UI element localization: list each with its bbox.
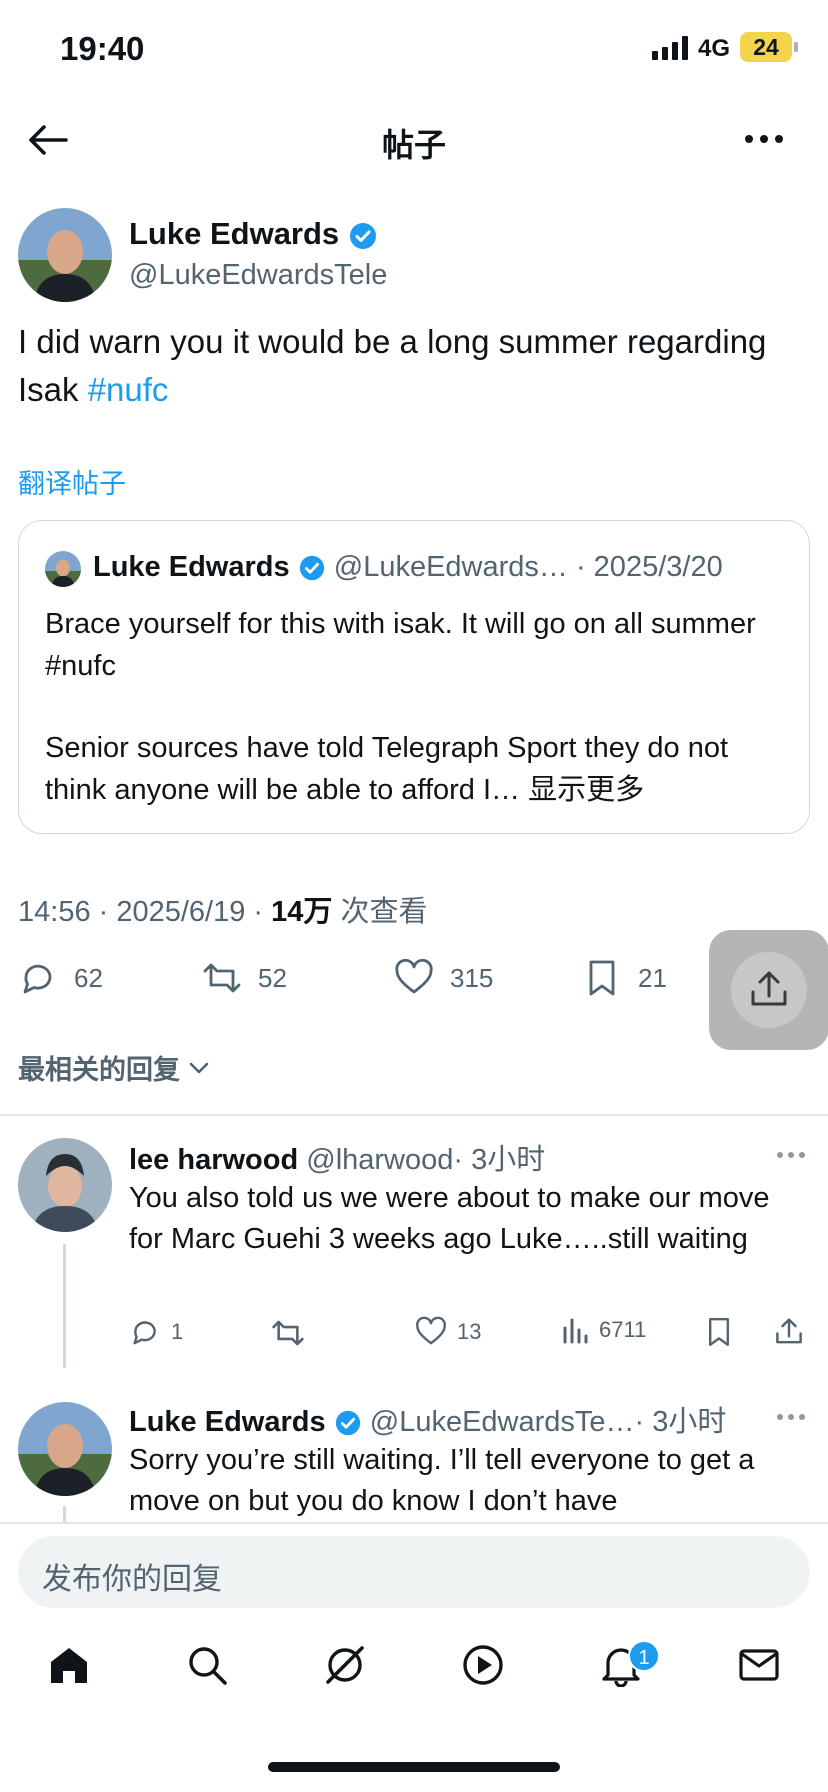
bookmark-count: 21 (638, 962, 667, 993)
reply-reply-count: 1 (171, 1319, 184, 1344)
quoted-post-card[interactable]: Luke Edwards @LukeEdwards… · 2025/3/20 B… (18, 520, 810, 834)
tweet-text: I did warn you it would be a long summer… (18, 318, 798, 414)
divider (0, 1114, 828, 1116)
quoted-author-name: Luke Edwards (93, 551, 290, 583)
post-actions: 62 52 315 21 (18, 958, 808, 1008)
divider (0, 1522, 828, 1524)
author-handle: @LukeEdwardsTele (129, 259, 388, 291)
reply-share-button[interactable] (773, 1316, 805, 1348)
signal-icon (652, 36, 688, 60)
author-name-text: Luke Edwards (129, 216, 340, 251)
reply-count: 62 (74, 962, 103, 993)
reply-text: Sorry you’re still waiting. I’ll tell ev… (129, 1444, 755, 1517)
network-type: 4G (698, 35, 731, 62)
chevron-down-icon (189, 1062, 209, 1073)
reply-like-count: 13 (457, 1319, 482, 1344)
reply-handle: @lharwood (306, 1144, 454, 1176)
verified-icon (299, 556, 324, 581)
nav-home[interactable] (44, 1640, 94, 1690)
reply-time: · 3小时 (634, 1406, 727, 1438)
more-icon (745, 135, 783, 143)
translate-post-link[interactable]: 翻译帖子 (18, 462, 126, 501)
reply-views-button[interactable]: 6711 (561, 1316, 646, 1344)
thread-line (63, 1506, 66, 1522)
like-icon (395, 958, 433, 994)
nav-messages[interactable] (734, 1640, 784, 1690)
battery-icon: 24 (740, 32, 798, 62)
home-indicator[interactable] (268, 1762, 560, 1772)
nav-video[interactable] (458, 1640, 508, 1690)
quoted-handle: @LukeEdwards… (333, 551, 568, 583)
reply-sort-dropdown[interactable]: 最相关的回复 (18, 1048, 212, 1087)
reply-text: You also told us we were about to make o… (129, 1182, 770, 1255)
reply-more-icon[interactable] (776, 1412, 806, 1422)
search-icon (189, 1647, 227, 1685)
verified-icon (335, 1411, 360, 1436)
like-button[interactable]: 315 (394, 958, 493, 998)
reply-view-count: 6711 (599, 1317, 647, 1342)
composer-placeholder: 发布你的回复 (42, 1563, 222, 1596)
reply-author-name[interactable]: Luke Edwards (129, 1406, 326, 1438)
more-button[interactable] (742, 124, 786, 154)
quoted-text-p1: Brace yourself for this with isak. It wi… (45, 608, 756, 682)
author-name[interactable]: Luke Edwards (129, 216, 378, 252)
bottom-nav (0, 1640, 828, 1710)
bookmark-icon (589, 960, 615, 996)
repost-icon (203, 963, 241, 993)
view-count: 14万 (271, 896, 333, 928)
reply-button[interactable]: 62 (18, 958, 103, 998)
reply-repost-button[interactable] (271, 1316, 305, 1350)
reply-author-name[interactable]: lee harwood (129, 1144, 298, 1176)
quoted-header: Luke Edwards @LukeEdwards… · 2025/3/20 (93, 551, 723, 584)
like-icon (416, 1316, 446, 1345)
video-icon (463, 1645, 503, 1685)
repost-icon (272, 1320, 304, 1346)
reply-actions: 1 13 6711 (129, 1316, 809, 1356)
grok-icon (326, 1646, 364, 1684)
reply-header: lee harwood @lharwood· 3小时 (129, 1136, 545, 1178)
share-icon (776, 1318, 802, 1344)
reply-header: Luke Edwards @LukeEdwardsTe…· 3小时 (129, 1398, 726, 1440)
reply-handle: @LukeEdwardsTe… (369, 1406, 635, 1438)
verified-icon (349, 222, 376, 249)
reply-like-button[interactable]: 13 (415, 1316, 481, 1348)
view-label: 次查看 (332, 896, 428, 928)
post-timestamp: 14:56 · 2025/6/19 · (18, 896, 272, 928)
quoted-avatar (45, 551, 81, 587)
bookmark-button[interactable]: 21 (582, 958, 667, 998)
reply-icon (133, 1321, 156, 1345)
repost-button[interactable]: 52 (202, 958, 287, 998)
reply-reply-button[interactable]: 1 (129, 1316, 183, 1348)
share-button[interactable] (709, 930, 828, 1050)
sort-label: 最相关的回复 (18, 1055, 180, 1085)
thread-line (63, 1244, 66, 1368)
share-icon (751, 971, 787, 1006)
mail-icon (739, 1649, 779, 1681)
repost-count: 52 (258, 962, 287, 993)
reply-bookmark-button[interactable] (703, 1316, 735, 1348)
avatar[interactable] (18, 208, 112, 302)
status-bar: 19:40 4G 24 (0, 0, 828, 100)
reply-more-icon[interactable] (776, 1150, 806, 1160)
status-time: 19:40 (60, 30, 145, 67)
reply-avatar[interactable] (18, 1138, 112, 1232)
post-meta: 14:56 · 2025/6/19 · 14万 次查看 (18, 888, 427, 930)
nav-grok[interactable] (320, 1640, 370, 1690)
page-title: 帖子 (381, 127, 446, 163)
hashtag-link[interactable]: #nufc (88, 371, 169, 408)
notification-badge: 1 (628, 1640, 660, 1672)
like-count: 315 (450, 962, 494, 993)
quoted-date: · 2025/3/20 (575, 551, 723, 583)
nav-search[interactable] (182, 1640, 232, 1690)
quoted-text: Brace yourself for this with isak. It wi… (45, 603, 795, 811)
reply-composer-input[interactable]: 发布你的回复 (18, 1536, 810, 1608)
reply-avatar[interactable] (18, 1402, 112, 1496)
home-icon (51, 1648, 87, 1683)
quoted-text-p2: Senior sources have told Telegraph Sport… (45, 732, 729, 806)
reply-icon (23, 964, 52, 994)
reply-time: · 3小时 (453, 1144, 546, 1176)
views-icon (563, 1318, 588, 1344)
bookmark-icon (709, 1318, 729, 1346)
